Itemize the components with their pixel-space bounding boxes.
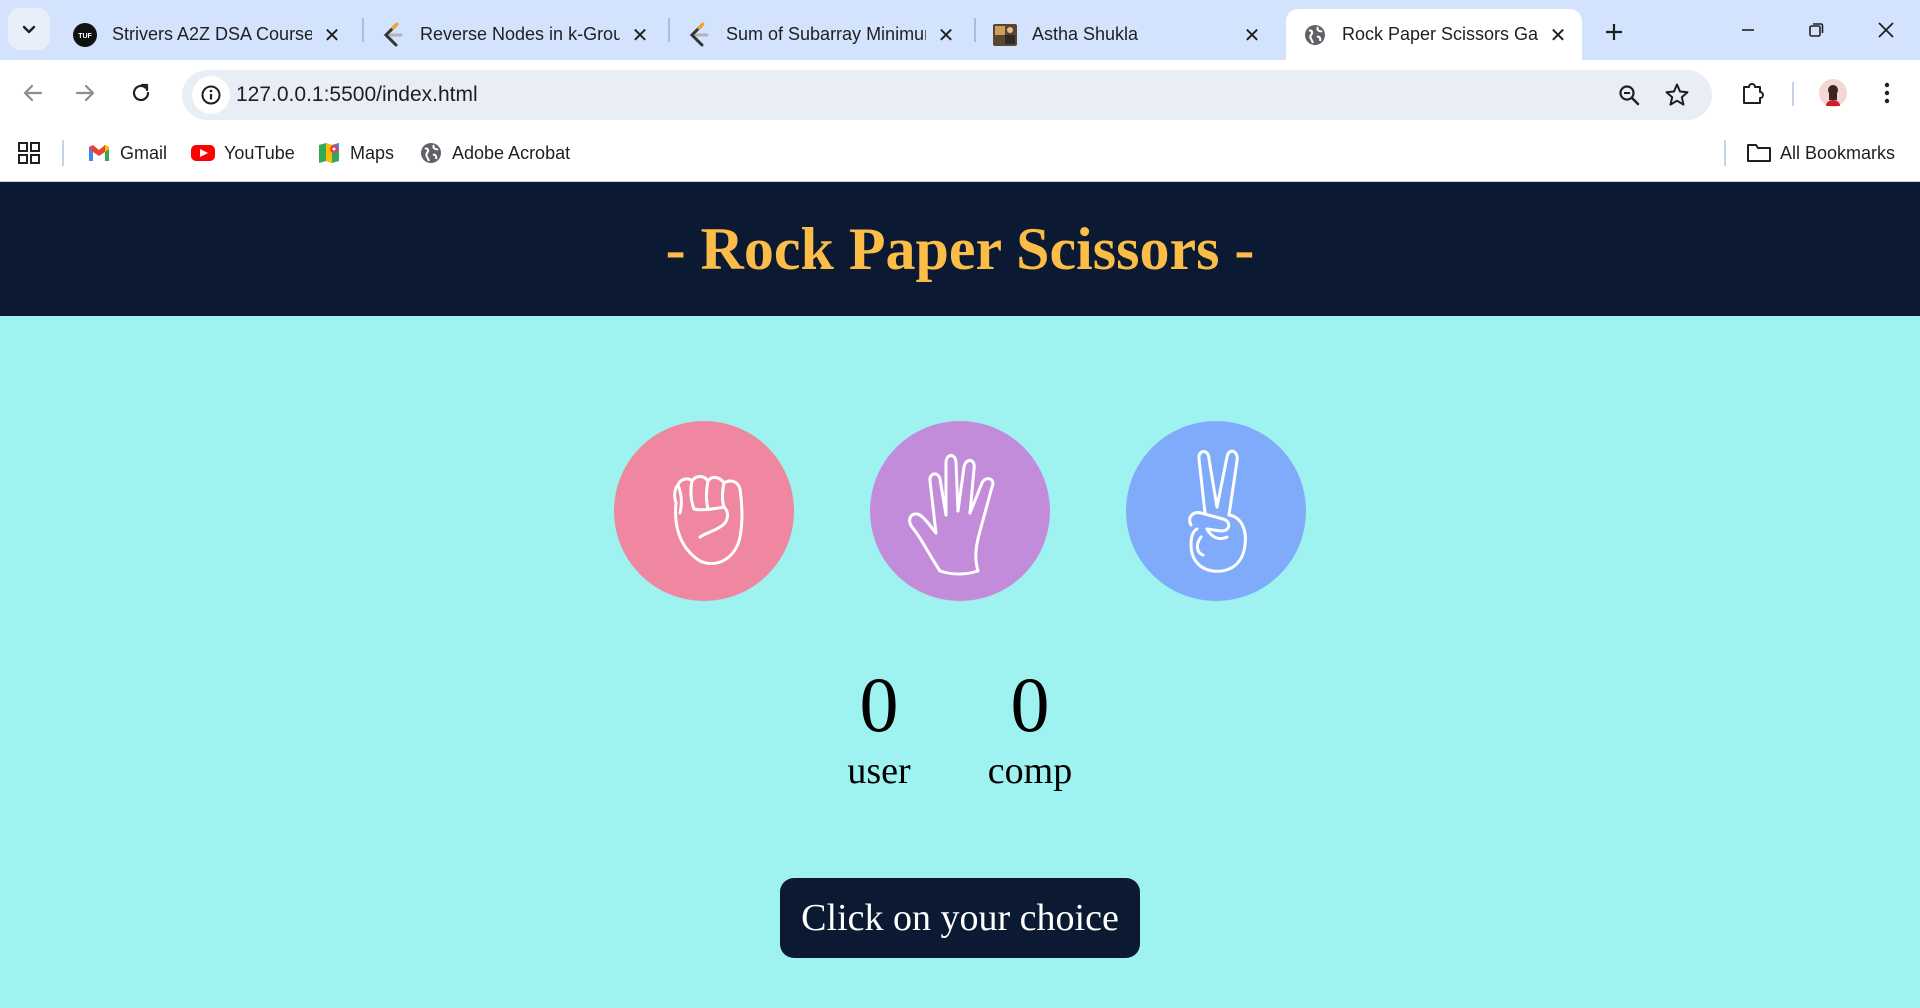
- rock-fist-icon: [673, 475, 744, 565]
- zoom-button[interactable]: [1614, 80, 1644, 110]
- close-icon[interactable]: ✕: [320, 23, 344, 47]
- plus-icon: [1606, 24, 1622, 40]
- close-icon: [1878, 22, 1894, 38]
- site-info-button[interactable]: [192, 76, 230, 114]
- zoom-out-icon: [1619, 85, 1640, 106]
- comp-score: 0 comp: [950, 662, 1110, 794]
- browser-toolbar: 127.0.0.1:5500/index.html: [0, 60, 1920, 126]
- user-score: 0 user: [799, 662, 959, 794]
- bookmark-label: Gmail: [120, 142, 168, 163]
- tab-title: Rock Paper Scissors Game: [1342, 24, 1538, 44]
- comp-score-value: 0: [1010, 661, 1050, 748]
- close-icon[interactable]: ✕: [1240, 23, 1264, 47]
- profile-button[interactable]: [1818, 78, 1848, 108]
- forward-button[interactable]: [66, 74, 104, 112]
- message-box: Click on your choice: [780, 878, 1140, 958]
- arrow-right-icon: [75, 84, 95, 102]
- folder-icon: [1746, 140, 1772, 166]
- tab-title: Strivers A2Z DSA Course/: [112, 24, 312, 44]
- leetcode-icon: [380, 22, 406, 48]
- choice-scissors[interactable]: [1126, 421, 1306, 601]
- bookmarks-divider: [62, 140, 64, 166]
- gmail-icon: [86, 140, 112, 166]
- paper-hand-icon: [908, 454, 995, 576]
- tab-search-button[interactable]: [8, 8, 50, 50]
- page-title: - Rock Paper Scissors -: [665, 215, 1255, 282]
- url-text[interactable]: 127.0.0.1:5500/index.html: [236, 83, 478, 107]
- reload-icon: [132, 83, 150, 102]
- avatar: [1819, 79, 1847, 107]
- tab-strivers[interactable]: TUF Strivers A2Z DSA Course/ ✕: [56, 9, 356, 60]
- game-header: - Rock Paper Scissors -: [0, 182, 1920, 316]
- all-bookmarks-button[interactable]: All Bookmarks: [1746, 138, 1895, 168]
- all-bookmarks-label: All Bookmarks: [1780, 142, 1896, 163]
- tab-rock-paper-scissors[interactable]: Rock Paper Scissors Game ✕: [1286, 9, 1582, 60]
- restore-button[interactable]: [1790, 10, 1842, 50]
- user-score-value: 0: [859, 661, 899, 748]
- new-tab-button[interactable]: [1596, 14, 1632, 50]
- bookmark-label: Adobe Acrobat: [452, 142, 571, 163]
- tab-subarray-minimums[interactable]: Sum of Subarray Minimums ✕: [670, 9, 970, 60]
- arrow-left-icon: [23, 84, 43, 102]
- tab-strip: TUF Strivers A2Z DSA Course/ ✕ Reverse N…: [0, 0, 1920, 60]
- minimize-button[interactable]: [1722, 10, 1774, 50]
- bookmark-label: Maps: [350, 142, 395, 163]
- apps-button[interactable]: [16, 138, 42, 168]
- bookmark-youtube[interactable]: YouTube: [190, 138, 295, 168]
- bookmark-maps[interactable]: Maps: [316, 138, 394, 168]
- tab-title: Sum of Subarray Minimums: [726, 24, 926, 44]
- tuf-logo-icon: TUF: [72, 22, 98, 48]
- bookmarks-divider: [1724, 140, 1726, 166]
- toolbar-divider: [1792, 82, 1794, 106]
- tab-title: Astha Shukla: [1032, 24, 1139, 44]
- extensions-button[interactable]: [1738, 78, 1768, 108]
- close-window-button[interactable]: [1860, 10, 1912, 50]
- restore-icon: [1809, 23, 1824, 37]
- minimize-icon: [1742, 29, 1754, 31]
- choice-paper[interactable]: [870, 421, 1050, 601]
- info-icon: [201, 85, 221, 105]
- maps-icon: [316, 140, 342, 166]
- puzzle-icon: [1743, 83, 1764, 104]
- user-score-label: user: [847, 750, 911, 792]
- address-bar[interactable]: 127.0.0.1:5500/index.html: [182, 70, 1712, 120]
- scissors-hand-icon: [1188, 449, 1247, 573]
- comp-score-label: comp: [987, 750, 1073, 792]
- youtube-icon: [190, 140, 216, 166]
- bookmarks-bar: Gmail YouTube Maps Adobe Acrobat All Boo…: [0, 126, 1920, 182]
- leetcode-icon: [686, 22, 712, 48]
- close-icon[interactable]: ✕: [934, 23, 958, 47]
- back-button[interactable]: [14, 74, 52, 112]
- reload-button[interactable]: [122, 74, 160, 112]
- profile-thumbnail-icon: [992, 22, 1018, 48]
- bookmark-label: YouTube: [224, 142, 295, 163]
- tab-reverse-nodes[interactable]: Reverse Nodes in k-Group ✕: [364, 9, 664, 60]
- close-icon[interactable]: ✕: [628, 23, 652, 47]
- chevron-down-icon: [22, 25, 36, 34]
- bookmark-adobe-acrobat[interactable]: Adobe Acrobat: [418, 138, 570, 168]
- menu-button[interactable]: [1872, 78, 1902, 108]
- globe-icon: [418, 140, 444, 166]
- svg-text:TUF: TUF: [78, 33, 92, 40]
- more-vert-icon: [1884, 82, 1890, 104]
- bookmark-star-button[interactable]: [1662, 80, 1692, 110]
- apps-grid-icon: [18, 142, 40, 164]
- tab-title: Reverse Nodes in k-Group: [420, 24, 620, 44]
- globe-icon: [1302, 22, 1328, 48]
- bookmark-gmail[interactable]: Gmail: [86, 138, 167, 168]
- tab-astha-shukla[interactable]: Astha Shukla ✕: [976, 9, 1276, 60]
- close-icon[interactable]: ✕: [1546, 23, 1570, 47]
- page-viewport: - Rock Paper Scissors - 0 user 0 comp Cl…: [0, 182, 1920, 1008]
- star-icon: [1665, 83, 1689, 106]
- choice-rock[interactable]: [614, 421, 794, 601]
